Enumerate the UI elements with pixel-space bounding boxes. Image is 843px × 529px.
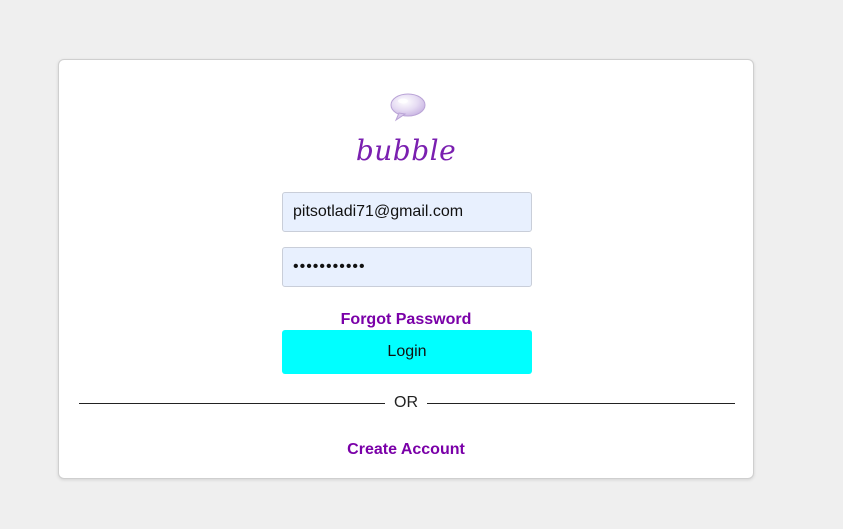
divider-left [79,403,385,404]
forgot-password-link[interactable]: Forgot Password [59,311,753,329]
login-card: bubble pitsotladi71@gmail.com ••••••••••… [58,59,754,479]
or-separator: OR [394,394,418,411]
divider-right [427,403,735,404]
login-button[interactable]: Login [282,330,532,374]
speech-bubble-icon [390,93,426,122]
brand-name: bubble [355,134,457,167]
password-field[interactable]: ••••••••••• [282,247,532,287]
create-account-link[interactable]: Create Account [59,441,753,459]
email-field[interactable]: pitsotladi71@gmail.com [282,192,532,232]
